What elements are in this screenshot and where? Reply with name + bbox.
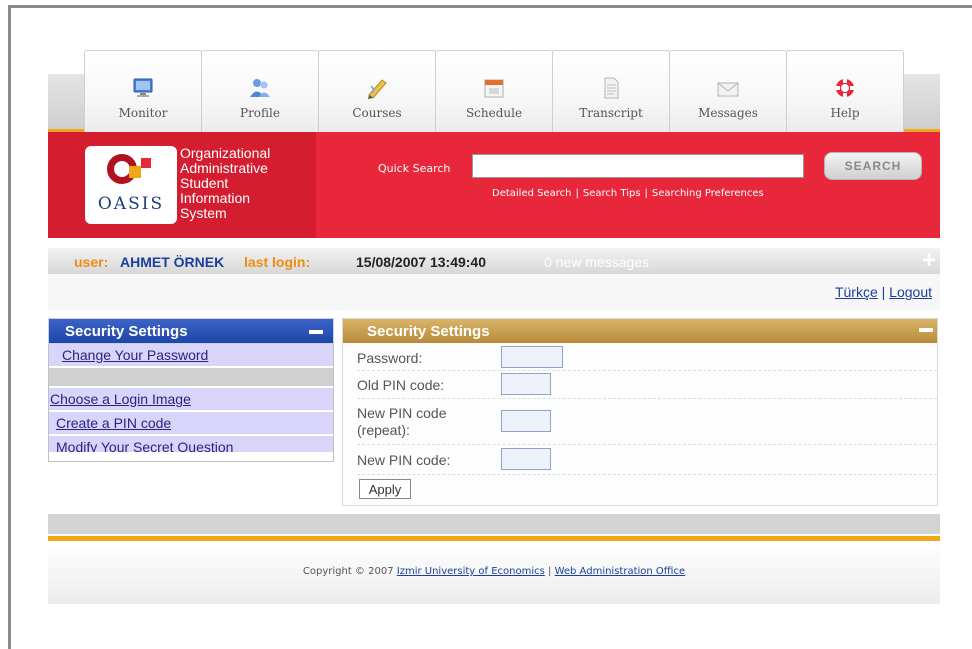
menu-header: Security Settings xyxy=(48,318,334,344)
web-office-link[interactable]: Web Administration Office xyxy=(555,566,686,577)
logo-square-orange xyxy=(129,166,141,178)
security-settings-form: Security Settings Password: Old PIN code… xyxy=(342,318,938,506)
tab-label: Profile xyxy=(240,106,280,120)
turkish-language-link[interactable]: Türkçe xyxy=(835,284,878,300)
system-name-line: Information xyxy=(180,190,251,206)
searching-preferences-link[interactable]: Searching Preferences xyxy=(652,188,764,199)
footer-separator: | xyxy=(548,566,552,577)
collapse-icon[interactable] xyxy=(309,330,323,334)
tab-label: Schedule xyxy=(465,106,523,120)
last-login-label: last login: xyxy=(244,254,311,270)
user-name: AHMET ÖRNEK xyxy=(120,254,225,270)
last-login-value: 15/08/2007 13:49:40 xyxy=(356,254,486,270)
pencil-icon xyxy=(364,76,390,100)
new-pin-row: New PIN code: xyxy=(357,445,937,475)
window-top-border xyxy=(8,5,972,8)
tab-label: Courses xyxy=(352,106,402,120)
tab-label: Monitor xyxy=(118,106,168,120)
document-icon xyxy=(598,76,624,100)
collapse-icon[interactable] xyxy=(919,328,933,332)
logout-link[interactable]: Logout xyxy=(889,284,932,300)
copyright-text: Copyright © 2007 xyxy=(302,566,394,577)
password-field[interactable] xyxy=(501,346,563,368)
calendar-icon xyxy=(481,76,507,100)
window-left-border xyxy=(8,5,11,649)
tab-schedule[interactable]: Schedule xyxy=(435,50,553,132)
language-bar: Türkçe | Logout xyxy=(48,274,940,310)
language-links: Türkçe | Logout xyxy=(835,284,932,300)
new-messages-count[interactable]: 0 new messages xyxy=(544,254,649,270)
quick-search-input[interactable] xyxy=(472,154,804,178)
logo-square-red xyxy=(141,158,151,168)
expand-plus-icon[interactable]: + xyxy=(922,249,936,273)
oasis-logo[interactable]: OASIS xyxy=(85,146,177,224)
new-pin-repeat-row: New PIN code (repeat): xyxy=(357,399,937,445)
main-tab-bar: Monitor Profile Courses Schedule Transcr… xyxy=(48,46,940,132)
people-icon xyxy=(247,76,273,100)
quick-search-label: Quick Search xyxy=(378,162,451,175)
tab-help[interactable]: Help xyxy=(786,50,904,132)
form-header: Security Settings xyxy=(343,319,937,343)
monitor-icon xyxy=(130,76,156,100)
password-row: Password: xyxy=(357,345,937,371)
new-pin-repeat-field[interactable] xyxy=(501,410,551,432)
form-title: Security Settings xyxy=(367,323,490,340)
tab-label: Help xyxy=(830,106,860,120)
new-pin-field[interactable] xyxy=(501,448,551,470)
menu-item-change-password[interactable]: Change Your Password xyxy=(48,344,334,368)
footer-accent-line xyxy=(48,536,940,541)
system-name-line: Student xyxy=(180,175,229,191)
envelope-icon xyxy=(715,76,741,100)
link-separator: | xyxy=(881,284,886,300)
system-name-line: System xyxy=(180,205,227,221)
system-name: Organizational Administrative Student In… xyxy=(180,146,270,221)
tab-label: Messages xyxy=(698,106,758,120)
system-name-line: Administrative xyxy=(180,160,268,176)
tab-bar-left-cap xyxy=(48,74,84,132)
menu-title: Security Settings xyxy=(65,323,188,340)
tab-messages[interactable]: Messages xyxy=(669,50,787,132)
menu-spacer xyxy=(48,368,334,388)
new-pin-label: New PIN code: xyxy=(357,452,451,468)
detailed-search-link[interactable]: Detailed Search xyxy=(492,188,572,199)
old-pin-row: Old PIN code: xyxy=(357,371,937,399)
user-info-bar: user: AHMET ÖRNEK last login: 15/08/2007… xyxy=(48,248,940,274)
menu-item-create-pin[interactable]: Create a PIN code xyxy=(48,412,334,436)
footer: Copyright © 2007 Izmir University of Eco… xyxy=(48,542,940,604)
tab-profile[interactable]: Profile xyxy=(201,50,319,132)
menu-item-login-image[interactable]: Choose a Login Image xyxy=(48,388,334,412)
tab-bar-right-cap xyxy=(904,74,940,132)
search-button[interactable]: SEARCH xyxy=(824,152,922,180)
old-pin-label: Old PIN code: xyxy=(357,377,445,393)
tab-courses[interactable]: Courses xyxy=(318,50,436,132)
search-tips-link[interactable]: Search Tips xyxy=(583,188,641,199)
site-header: OASIS Organizational Administrative Stud… xyxy=(48,132,940,238)
menu-item-secret-question[interactable]: Modify Your Secret Question xyxy=(48,436,334,454)
tab-label: Transcript xyxy=(579,106,643,120)
old-pin-field[interactable] xyxy=(501,373,551,395)
apply-button[interactable]: Apply xyxy=(359,479,411,499)
logo-text: OASIS xyxy=(97,194,165,214)
university-link[interactable]: Izmir University of Economics xyxy=(397,566,545,577)
system-name-line: Organizational xyxy=(180,145,271,161)
search-links: Detailed Search | Search Tips | Searching Pr… xyxy=(492,188,764,199)
new-pin-repeat-label: New PIN code (repeat): xyxy=(357,405,447,438)
password-label: Password: xyxy=(357,350,423,366)
lifebuoy-icon xyxy=(832,76,858,100)
footer-gray-bar xyxy=(48,514,940,534)
tab-transcript[interactable]: Transcript xyxy=(552,50,670,132)
security-settings-menu: Security Settings Change Your Password C… xyxy=(48,318,334,462)
tab-monitor[interactable]: Monitor xyxy=(84,50,202,132)
user-label: user: xyxy=(74,254,109,270)
